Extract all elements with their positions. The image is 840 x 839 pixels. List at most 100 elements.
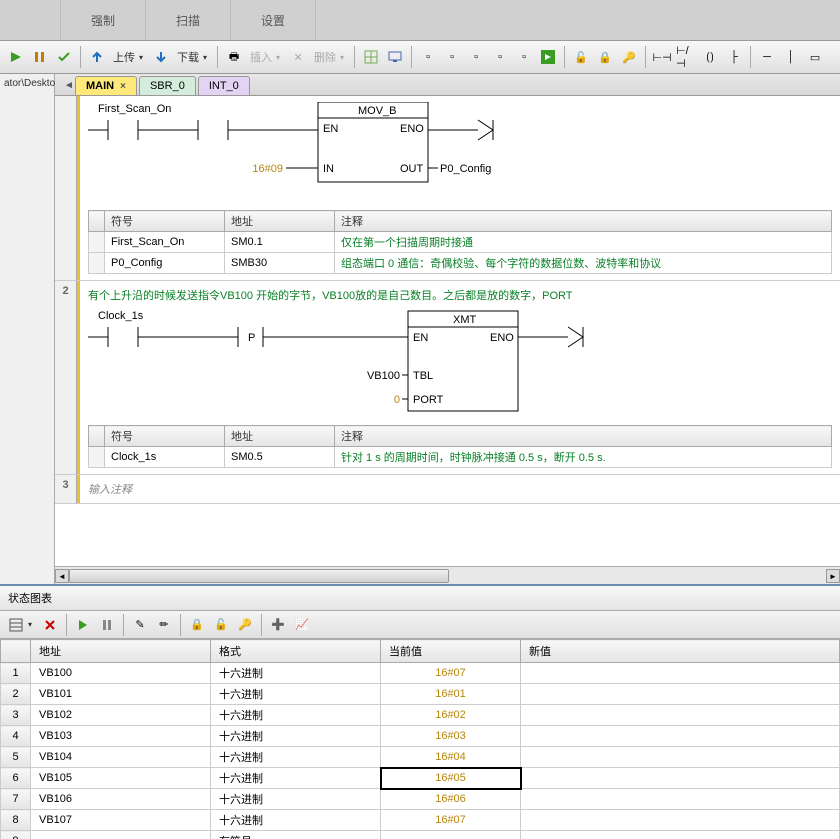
write-all-icon[interactable]: ✏	[154, 615, 174, 635]
cell-address[interactable]: VB103	[31, 726, 211, 747]
cell-current-value[interactable]: 16#07	[381, 663, 521, 684]
cell-new-value[interactable]	[521, 726, 840, 747]
lock2-icon[interactable]: 🔒	[595, 47, 615, 67]
horizontal-scrollbar[interactable]: ◄ ►	[55, 566, 840, 584]
tool3-icon[interactable]: ▫	[466, 47, 486, 67]
cell-new-value[interactable]	[521, 768, 840, 789]
cell-address[interactable]: VB102	[31, 705, 211, 726]
delete-row-icon[interactable]	[40, 615, 60, 635]
write-icon[interactable]: ✎	[130, 615, 150, 635]
branch-icon[interactable]: ├	[724, 47, 744, 67]
cell-address[interactable]: VB101	[31, 684, 211, 705]
col-format[interactable]: 格式	[211, 640, 381, 663]
cell-format[interactable]: 有符号	[211, 831, 381, 839]
cell-address[interactable]	[31, 831, 211, 839]
tool1-icon[interactable]: ▫	[418, 47, 438, 67]
delete-label[interactable]: 删除	[314, 49, 336, 65]
status-row[interactable]: 2VB101十六进制16#01	[1, 684, 840, 705]
cell-current-value[interactable]: 16#05	[381, 768, 521, 789]
upload-dropdown[interactable]: ▾	[139, 53, 143, 62]
scroll-right-icon[interactable]: ►	[826, 569, 840, 583]
cell-current-value[interactable]	[381, 831, 521, 839]
contact-nc-icon[interactable]: ⊢/⊣	[676, 47, 696, 67]
tool5-icon[interactable]: ▫	[514, 47, 534, 67]
force-icon[interactable]: 🔒	[187, 615, 207, 635]
cell-format[interactable]: 十六进制	[211, 705, 381, 726]
ladder-rung-2[interactable]: Clock_1s P XMT EN	[88, 307, 708, 417]
monitor-icon[interactable]	[385, 47, 405, 67]
delete-icon[interactable]: ✕	[288, 47, 308, 67]
unforce-all-icon[interactable]: 🔑	[235, 615, 255, 635]
col-address[interactable]: 地址	[31, 640, 211, 663]
trend-icon[interactable]: 📈	[292, 615, 312, 635]
print-icon[interactable]: 🖶	[224, 47, 244, 67]
cell-current-value[interactable]: 16#02	[381, 705, 521, 726]
download-dropdown[interactable]: ▾	[203, 53, 207, 62]
cell-new-value[interactable]	[521, 831, 840, 839]
status-row[interactable]: 4VB103十六进制16#03	[1, 726, 840, 747]
cell-new-value[interactable]	[521, 684, 840, 705]
cell-current-value[interactable]: 16#01	[381, 684, 521, 705]
tool2-icon[interactable]: ▫	[442, 47, 462, 67]
upload-icon[interactable]	[87, 47, 107, 67]
tool4-icon[interactable]: ▫	[490, 47, 510, 67]
start-monitor-icon[interactable]	[73, 615, 93, 635]
status-row[interactable]: 8VB107十六进制16#07	[1, 810, 840, 831]
col-current[interactable]: 当前值	[381, 640, 521, 663]
tab-int0[interactable]: INT_0	[198, 76, 250, 95]
cell-format[interactable]: 十六进制	[211, 684, 381, 705]
go-icon[interactable]	[538, 47, 558, 67]
insert-dropdown[interactable]: ▾	[276, 53, 280, 62]
symbol-row[interactable]: P0_Config SMB30 组态端口 0 通信：奇偶校验、每个字符的数据位数…	[89, 253, 832, 274]
cell-new-value[interactable]	[521, 705, 840, 726]
cell-new-value[interactable]	[521, 810, 840, 831]
symbol-row[interactable]: Clock_1s SM0.5 针对 1 s 的周期时间，时钟脉冲接通 0.5 s…	[89, 447, 832, 468]
top-tab-settings[interactable]: 设置	[231, 0, 316, 40]
top-tab-force[interactable]: 强制	[61, 0, 146, 40]
key-icon[interactable]: 🔑	[619, 47, 639, 67]
ladder-rung-1[interactable]: First_Scan_On MOV_B EN ENO	[88, 102, 648, 202]
contact-no-icon[interactable]: ⊢⊣	[652, 47, 672, 67]
pause-icon[interactable]	[30, 47, 50, 67]
coil-icon[interactable]: ⟮⟯	[700, 47, 720, 67]
check-icon[interactable]	[54, 47, 74, 67]
comment-prompt[interactable]: 输入注释	[88, 481, 832, 497]
grid-icon[interactable]	[361, 47, 381, 67]
cell-new-value[interactable]	[521, 663, 840, 684]
symbol-row[interactable]: First_Scan_On SM0.1 仅在第一个扫描周期时接通	[89, 232, 832, 253]
download-label[interactable]: 下载	[177, 49, 199, 65]
delete-dropdown[interactable]: ▾	[340, 53, 344, 62]
cell-format[interactable]: 十六进制	[211, 768, 381, 789]
grid-view-icon[interactable]	[6, 615, 26, 635]
view-dropdown[interactable]: ▾	[28, 620, 32, 629]
insert-row-icon[interactable]: ➕	[268, 615, 288, 635]
scrollbar-thumb[interactable]	[69, 569, 449, 583]
insert-label[interactable]: 插入	[250, 49, 272, 65]
scroll-left-icon[interactable]: ◄	[55, 569, 69, 583]
cell-address[interactable]: VB107	[31, 810, 211, 831]
cell-format[interactable]: 十六进制	[211, 747, 381, 768]
cell-address[interactable]: VB104	[31, 747, 211, 768]
vline-icon[interactable]: │	[781, 47, 801, 67]
cell-new-value[interactable]	[521, 789, 840, 810]
status-row[interactable]: 9有符号	[1, 831, 840, 839]
ladder-area[interactable]: First_Scan_On MOV_B EN ENO	[55, 96, 840, 566]
cell-new-value[interactable]	[521, 747, 840, 768]
col-new[interactable]: 新值	[521, 640, 840, 663]
run-icon[interactable]	[6, 47, 26, 67]
hline-icon[interactable]: ─	[757, 47, 777, 67]
project-tree-panel[interactable]: ator\Deskto	[0, 74, 55, 584]
lock-icon[interactable]: 🔓	[571, 47, 591, 67]
cell-current-value[interactable]: 16#04	[381, 747, 521, 768]
upload-label[interactable]: 上传	[113, 49, 135, 65]
cell-current-value[interactable]: 16#06	[381, 789, 521, 810]
status-row[interactable]: 6VB105十六进制16#05	[1, 768, 840, 789]
cell-format[interactable]: 十六进制	[211, 726, 381, 747]
status-row[interactable]: 7VB106十六进制16#06	[1, 789, 840, 810]
close-icon[interactable]: ×	[120, 81, 126, 92]
status-grid-scroll[interactable]: 地址 格式 当前值 新值 1VB100十六进制16#072VB101十六进制16…	[0, 639, 840, 839]
block-icon[interactable]: ▭	[805, 47, 825, 67]
cell-address[interactable]: VB100	[31, 663, 211, 684]
unforce-icon[interactable]: 🔓	[211, 615, 231, 635]
pause-monitor-icon[interactable]	[97, 615, 117, 635]
